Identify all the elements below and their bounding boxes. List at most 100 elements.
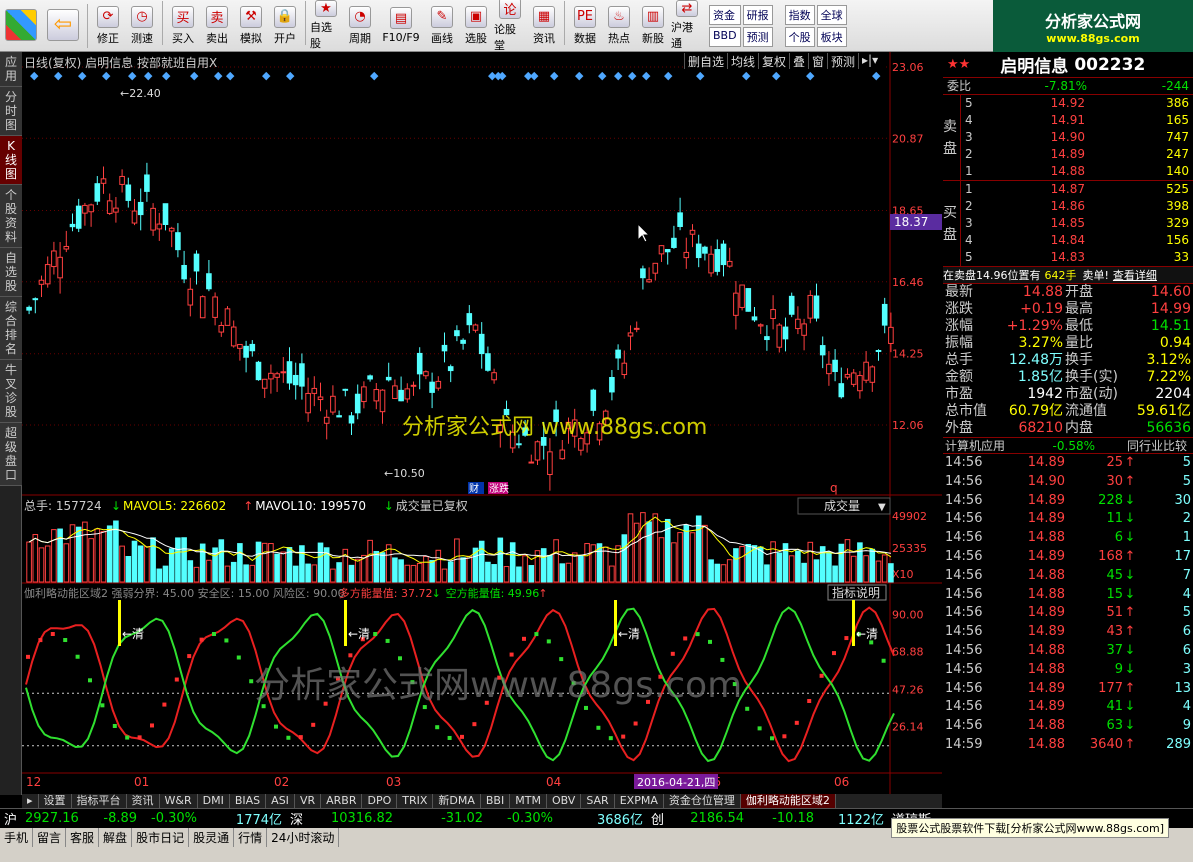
bottom-link-1[interactable]: 留言 <box>33 828 67 847</box>
sells-level-row[interactable]: 4 14.91 165 <box>961 112 1193 129</box>
toolbar-button-1[interactable]: ◷ 测速 <box>126 1 158 51</box>
candle-body <box>392 385 398 399</box>
toolbar-button-3[interactable]: 卖卖出 <box>201 1 233 51</box>
toolbar-button-0[interactable]: ⟳ 修正 <box>92 1 124 51</box>
energy-dot <box>236 655 241 660</box>
toolbar-box-5[interactable]: 全球 <box>816 4 847 25</box>
indicator-tab-4[interactable]: DMI <box>198 794 230 808</box>
indicator-tab-3[interactable]: W&R <box>160 794 198 808</box>
toolbar-button-15[interactable]: ▥ 新股 <box>637 1 669 51</box>
indicator-tab-0[interactable]: 设置 <box>39 794 72 808</box>
bottom-link-6[interactable]: 行情 <box>234 828 268 847</box>
indicator-tab-15[interactable]: SAR <box>581 794 615 808</box>
bottom-link-5[interactable]: 股灵通 <box>189 828 235 847</box>
toolbar-button-6[interactable]: ★ 自选股 <box>310 0 342 51</box>
toolbar-button-14[interactable]: ♨ 热点 <box>603 1 635 51</box>
toolbar-button-10[interactable]: ▣ 选股 <box>460 1 492 51</box>
toolbar-button-9[interactable]: ✎ 画线 <box>426 1 458 51</box>
back-button[interactable]: ⇦ <box>43 1 83 51</box>
chart-button-0[interactable]: 删自选 <box>684 53 727 69</box>
indicator-tab-2[interactable]: 资讯 <box>127 794 160 808</box>
toolbar-button-5[interactable]: 🔒 开户 <box>269 1 301 51</box>
indicator-tab-5[interactable]: BIAS <box>230 794 267 808</box>
indicator-tab-11[interactable]: 新DMA <box>433 794 481 808</box>
toolbar-button-12[interactable]: ▦ 资讯 <box>528 1 560 51</box>
indicator-tab-18[interactable]: 伽利略动能区域2 <box>740 794 836 808</box>
indicator-tab-1[interactable]: 指标平台 <box>72 794 127 808</box>
indicator-tab-9[interactable]: DPO <box>362 794 398 808</box>
tabs-scroll-icon[interactable]: ▸ <box>22 794 39 808</box>
sells-level-row[interactable]: 5 14.92 386 <box>961 95 1193 112</box>
status-cy-idx: 2186.54 <box>690 811 745 826</box>
ad-banner[interactable]: 股票公式股票软件下载[分析家公式网www.88gs.com] <box>891 818 1169 838</box>
toolbar-box-6[interactable]: 个股 <box>784 26 815 47</box>
candle-body <box>472 324 479 331</box>
indicator-tab-12[interactable]: BBI <box>481 794 511 808</box>
volume-bar <box>720 564 727 583</box>
toolbar-button-16[interactable]: ⇄ 沪港通 <box>671 0 703 51</box>
indicator-tab-6[interactable]: ASI <box>266 794 295 808</box>
candle-body <box>757 324 764 327</box>
chart-button-3[interactable]: 叠 <box>789 53 808 69</box>
sells-level-row[interactable]: 2 14.89 247 <box>961 146 1193 163</box>
bottom-link-2[interactable]: 客服 <box>66 828 100 847</box>
bottom-link-4[interactable]: 股市日记 <box>132 828 190 847</box>
favorite-star-icon[interactable]: ★★ <box>947 57 970 72</box>
side-tab-6[interactable]: 牛叉诊股 <box>0 360 22 423</box>
sells-level-row[interactable]: 3 14.90 747 <box>961 129 1193 146</box>
side-tab-1[interactable]: 分时图 <box>0 87 22 136</box>
toolbar-box-2[interactable]: BBD <box>709 26 741 47</box>
indicator-tab-7[interactable]: VR <box>295 794 322 808</box>
indicator-axis-label: 68.88 <box>892 645 924 658</box>
view-detail-link[interactable]: 查看详细 <box>1113 267 1157 283</box>
menu-button[interactable] <box>1 1 41 51</box>
volume-bar <box>398 559 404 583</box>
chart-button-1[interactable]: 均线 <box>727 53 758 69</box>
chart-button-4[interactable]: 窗 <box>808 53 827 69</box>
side-tab-5[interactable]: 综合排名 <box>0 297 22 360</box>
toolbar-button-2[interactable]: 买买入 <box>167 1 199 51</box>
tick-volume: 15 <box>1106 586 1123 602</box>
buys-level-row[interactable]: 5 14.83 33 <box>961 249 1193 266</box>
indicator-tab-8[interactable]: ARBR <box>321 794 363 808</box>
chart-area[interactable]: 23.06 20.87 18.65 16.46 14.25 12.06 18.37 ←22.4… <box>22 52 942 794</box>
candle-body <box>88 204 94 213</box>
chart-button-2[interactable]: 复权 <box>758 53 789 69</box>
panel-toggle-icon[interactable]: ▸|▾ <box>858 53 886 69</box>
toolbar-button-7[interactable]: ◔ 周期 <box>344 1 376 51</box>
buys-level-row[interactable]: 1 14.87 525 <box>961 181 1193 198</box>
toolbar-button-11[interactable]: 论论股堂 <box>494 0 526 52</box>
side-tab-4[interactable]: 自选股 <box>0 248 22 297</box>
indicator-tab-17[interactable]: 资金仓位管理 <box>664 794 741 808</box>
bottom-link-3[interactable]: 解盘 <box>99 828 133 847</box>
toolbar-button-13[interactable]: PE 数据 <box>569 1 601 51</box>
side-tab-0[interactable]: 应用 <box>0 52 22 87</box>
bottom-link-0[interactable]: 手机 <box>0 828 34 847</box>
toolbar-box-4[interactable]: 指数 <box>784 4 815 25</box>
buys-level-row[interactable]: 4 14.84 156 <box>961 232 1193 249</box>
side-tab-3[interactable]: 个股资料 <box>0 185 22 248</box>
indicator-tab-13[interactable]: MTM <box>510 794 547 808</box>
indicator-tab-16[interactable]: EXPMA <box>615 794 664 808</box>
indicator-tab-14[interactable]: OBV <box>547 794 582 808</box>
candle-body <box>175 232 181 251</box>
clear-signal-bar <box>118 600 121 646</box>
sector-name[interactable]: 计算机应用 <box>945 438 1025 453</box>
indicator-tab-10[interactable]: TRIX <box>397 794 434 808</box>
toolbar-box-0[interactable]: 资金 <box>709 4 741 25</box>
buys-level-row[interactable]: 3 14.85 329 <box>961 215 1193 232</box>
industry-compare-button[interactable]: 同行业比较 <box>1095 438 1191 453</box>
toolbar-button-8[interactable]: ▤ F10/F9 <box>378 1 424 51</box>
side-tab-2[interactable]: K线图 <box>0 136 22 185</box>
stock-chart[interactable]: 23.0620.8718.6516.4614.2512.0618.37←22.4… <box>22 52 942 794</box>
toolbar-box-7[interactable]: 板块 <box>816 26 847 47</box>
chart-button-5[interactable]: 预测 <box>827 53 858 69</box>
bottom-link-7[interactable]: 24小时滚动 <box>267 828 340 847</box>
toolbar-box-1[interactable]: 研报 <box>742 4 773 25</box>
buys-level-row[interactable]: 2 14.86 398 <box>961 198 1193 215</box>
toolbar-button-4[interactable]: ⚒ 模拟 <box>235 1 267 51</box>
candle-body <box>441 344 448 352</box>
side-tab-7[interactable]: 超级盘口 <box>0 423 22 486</box>
sells-level-row[interactable]: 1 14.88 140 <box>961 163 1193 180</box>
toolbar-box-3[interactable]: 预测 <box>742 26 773 47</box>
